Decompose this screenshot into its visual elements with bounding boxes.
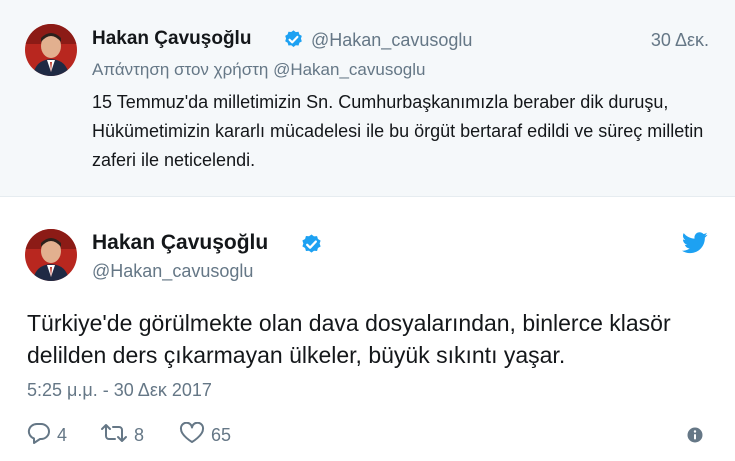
- author-handle[interactable]: @Hakan_cavusoglu: [92, 261, 253, 282]
- avatar[interactable]: [25, 24, 77, 76]
- like-count: 65: [211, 424, 232, 445]
- retweet-button[interactable]: 8: [100, 421, 144, 449]
- tweet-text: 15 Temmuz'da milletimizin Sn. Cumhurbaşk…: [92, 92, 704, 170]
- tweet-text: Türkiye'de görülmekte olan dava dosyalar…: [27, 310, 671, 368]
- avatar[interactable]: [25, 229, 77, 281]
- info-icon[interactable]: [687, 427, 703, 448]
- reply-count: 4: [57, 424, 68, 445]
- retweet-icon: [100, 422, 128, 449]
- reply-context[interactable]: Απάντηση στον χρήστη @Hakan_cavusoglu: [92, 60, 425, 80]
- divider: [0, 196, 735, 197]
- tweet-timestamp[interactable]: 5:25 μ.μ. - 30 Δεκ 2017: [27, 380, 212, 401]
- tweet-date[interactable]: 30 Δεκ.: [651, 30, 709, 51]
- verified-badge-icon: [283, 29, 304, 55]
- reply-icon: [27, 422, 51, 449]
- author-handle[interactable]: @Hakan_cavusoglu: [311, 30, 472, 51]
- parent-tweet[interactable]: Hakan Çavuşoğlu @Hakan_cavusoglu 30 Δεκ.…: [0, 0, 735, 196]
- retweet-count: 8: [134, 424, 145, 445]
- reply-button[interactable]: 4: [27, 421, 67, 449]
- like-button[interactable]: 65: [179, 421, 231, 449]
- heart-icon: [179, 421, 205, 449]
- verified-badge-icon: [300, 233, 323, 261]
- author-name[interactable]: Hakan Çavuşoğlu: [92, 231, 268, 255]
- twitter-bird-icon[interactable]: [682, 232, 708, 259]
- author-name[interactable]: Hakan Çavuşoğlu: [92, 28, 251, 50]
